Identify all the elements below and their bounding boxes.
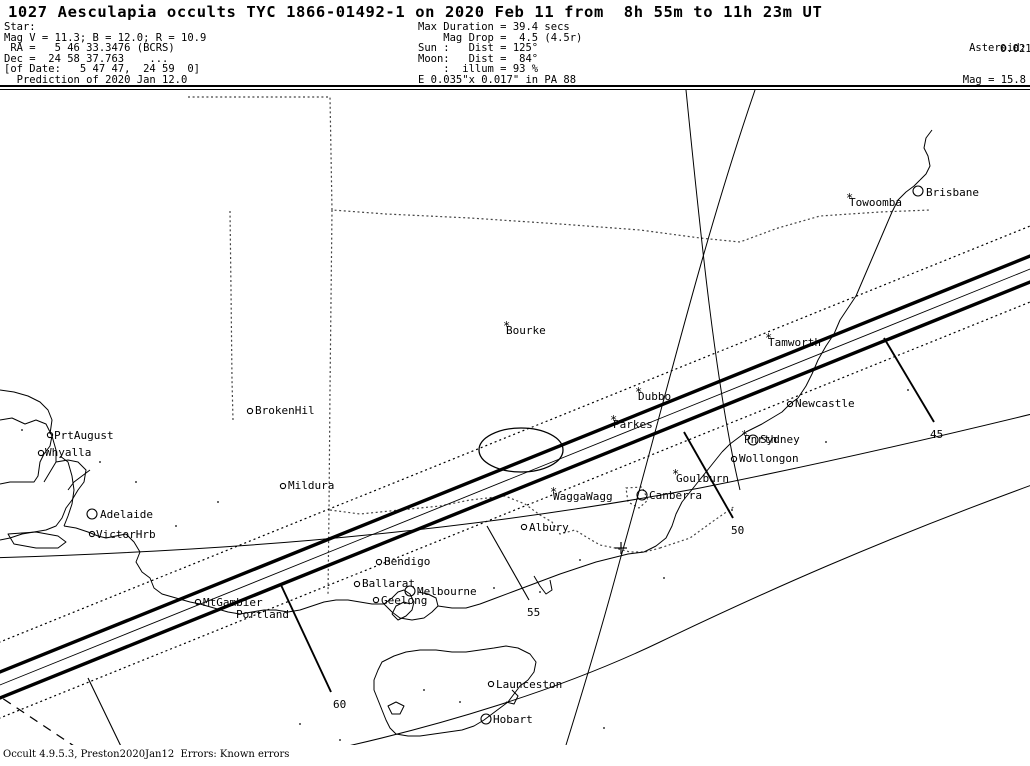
city-label-geelong: Geelong <box>381 594 428 607</box>
city-label-bourke: Bourke <box>506 324 546 337</box>
city-label-canberra: Canberra <box>649 489 702 502</box>
city-label-dubbo: Dubbo <box>638 390 672 403</box>
header-divider-thick <box>0 85 1030 87</box>
software-credit: Occult 4.9.5.3, Preston2020Jan12 Errors:… <box>3 749 290 760</box>
city-label-launceston: Launceston <box>496 678 563 691</box>
city-label-adelaide: Adelaide <box>100 508 153 521</box>
city-label-ballarat: Ballarat <box>362 577 415 590</box>
time-tick-label-50: 50 <box>731 524 745 537</box>
city-label-whyalla: Whyalla <box>45 446 92 459</box>
time-tick-label-55: 55 <box>527 606 541 619</box>
city-label-waggawagga: WaggaWagg <box>553 490 613 503</box>
city-label-portland: Portland <box>236 608 289 621</box>
time-tick-label-60: 60 <box>333 698 347 711</box>
shadow-path-map: * * * * * * * * Brisbane Towoomba Tamworth Newcastl… <box>0 90 1030 745</box>
city-label-tamworth: Tamworth <box>768 336 821 349</box>
city-label-goulburn: Goulburn <box>676 472 729 485</box>
city-label-mildura: Mildura <box>288 479 335 492</box>
city-label-parkes: Parkes <box>613 418 653 431</box>
asteroid-heading: Asteroid: <box>969 42 1026 55</box>
city-label-wollongong: Wollongon <box>739 452 799 465</box>
city-label-albury: Albury <box>529 521 569 534</box>
city-label-bendigo: Bendigo <box>384 555 431 568</box>
star-info-block: Star: Mag V = 11.3; B = 12.0; R = 10.9 R… <box>4 21 207 86</box>
city-label-brisbane: Brisbane <box>926 186 979 199</box>
occultation-prediction-page: 1027 Aesculapia occults TYC 1866-01492-1… <box>0 0 1030 766</box>
asteroid-mag: Mag = 15.8 <box>962 73 1026 86</box>
reference-cross-marker <box>615 542 627 554</box>
horizon-curves <box>0 90 1030 745</box>
time-tick-label-45: 45 <box>930 428 944 441</box>
time-tick-marks <box>280 337 935 693</box>
page-title: 1027 Aesculapia occults TYC 1866-01492-1… <box>8 3 823 21</box>
city-label-brokenhill: BrokenHil <box>255 404 315 417</box>
sunrise-terminator-line <box>0 695 74 745</box>
city-label-prtaugusta: PrtAugust <box>54 429 114 442</box>
map-vector-layer <box>0 90 1030 745</box>
city-label-victorhrb: VictorHrb <box>96 528 156 541</box>
header-panel: 1027 Aesculapia occults TYC 1866-01492-1… <box>0 0 1030 212</box>
footer-panel: Occult 4.9.5.3, Preston2020Jan12 Errors:… <box>0 745 1030 766</box>
asteroid-angular-diameter: 0.021" <box>1000 43 1030 55</box>
city-label-newcastle: Newcastle <box>795 397 855 410</box>
city-label-penrith: Pnrth <box>744 433 778 446</box>
event-info-block: Max Duration = 39.4 secs Mag Drop = 4.5 … <box>418 21 583 86</box>
city-label-mtgambier: MtGambier <box>203 596 263 609</box>
city-label-towoomba: Towoomba <box>849 196 902 209</box>
city-label-hobart: Hobart <box>493 713 533 726</box>
